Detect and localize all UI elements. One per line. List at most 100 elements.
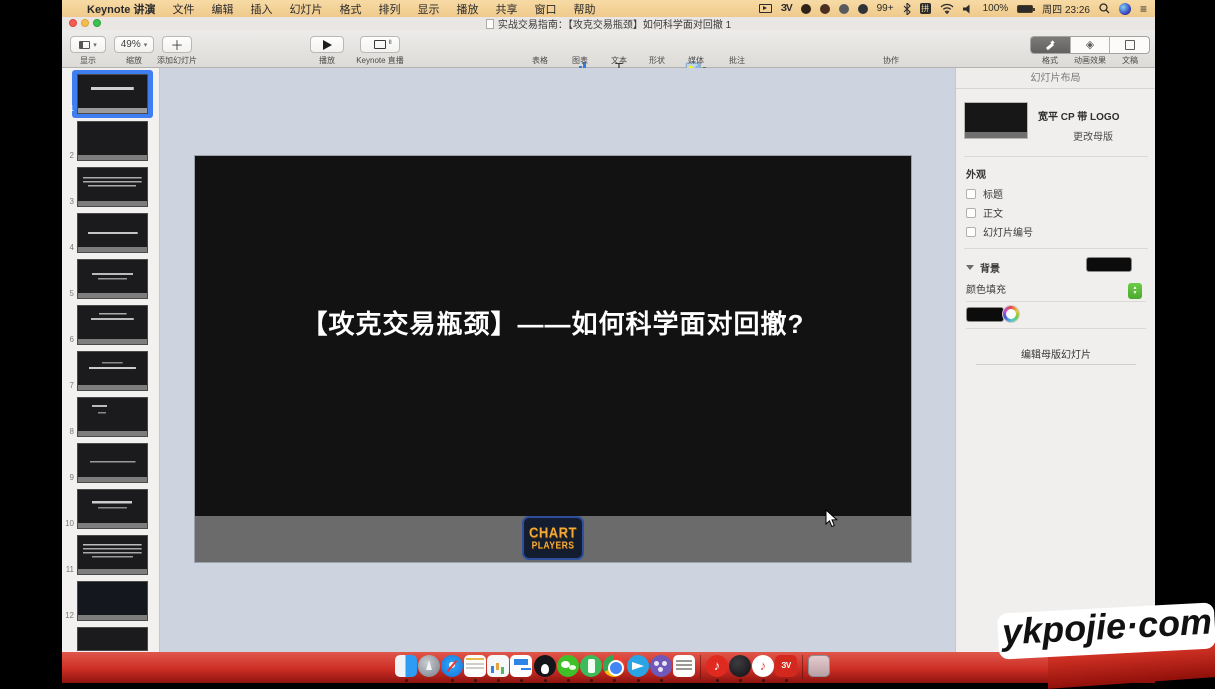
menu-bar-clock[interactable]: 周四 23:26 [1042,1,1090,16]
bluetooth-icon[interactable] [903,3,911,15]
wifi-icon[interactable] [940,3,954,14]
slide-thumbnail[interactable] [77,74,148,114]
close-window-button[interactable] [69,19,77,27]
spotlight-search-icon[interactable] [1099,3,1110,14]
3v-status-icon[interactable]: ЗV [781,3,792,14]
current-slide[interactable]: 【攻克交易瓶颈】——如何科学面对回撤? CHART PLAYERS [195,156,911,562]
slide-thumbnail[interactable] [77,627,148,651]
slide-thumbnail[interactable] [77,351,148,391]
fill-type-stepper[interactable]: ▲▼ [1128,283,1142,299]
stocks-icon[interactable] [487,655,509,677]
status-app3-icon[interactable] [839,4,849,14]
chart-label: 图表 [572,55,588,66]
running-indicator [451,679,454,682]
trash-icon[interactable] [808,655,830,677]
fill-color-swatch[interactable] [966,307,1004,322]
slide-thumbnail[interactable] [77,397,148,437]
menu-item-keynote[interactable]: Keynote 讲演 [87,1,155,17]
status-app-icon[interactable] [801,4,811,14]
slide-number: 12 [62,611,74,620]
play-button[interactable] [310,36,344,53]
notification-shield-icon[interactable] [858,4,868,14]
document-title-text: 实战交易指南：【攻克交易瓶颈】如何科学面对回撤 1 [498,16,731,31]
menu-item-edit[interactable]: 编辑 [211,1,233,17]
notification-center-icon[interactable]: ≡ [1140,2,1147,16]
menu-item-share[interactable]: 共享 [495,1,517,17]
chart-players-logo: CHART PLAYERS [522,516,584,560]
slide-canvas[interactable]: 【攻克交易瓶颈】——如何科学面对回撤? CHART PLAYERS [160,68,955,652]
title-checkbox[interactable] [966,189,976,199]
change-master-button[interactable]: 更改母版 [1038,128,1148,143]
menu-item-play[interactable]: 播放 [456,1,478,17]
title-checkbox-row[interactable]: 标题 [966,186,1003,201]
black-app-icon[interactable] [729,655,751,677]
running-indicator [497,679,500,682]
finder-icon[interactable] [395,655,417,677]
body-checkbox[interactable] [966,208,976,218]
input-method-badge[interactable]: 拼 [920,3,931,14]
document-tab[interactable] [1110,37,1149,53]
slide-thumbnail[interactable] [77,213,148,253]
zoom-dropdown[interactable]: 49%▾ [114,36,154,53]
slide-number-checkbox[interactable] [966,227,976,237]
keynote-live-button[interactable] [360,36,400,53]
screen-mirroring-icon[interactable] [759,4,772,13]
siri-icon[interactable] [1119,3,1131,15]
divider [976,364,1136,365]
slide-thumbnail[interactable] [77,443,148,483]
slide-thumbnail[interactable] [77,121,148,161]
background-color-swatch[interactable] [1086,257,1132,272]
volume-icon[interactable] [963,4,974,14]
video-player-icon[interactable] [650,655,672,677]
running-indicator [739,679,742,682]
play-icon [323,40,332,50]
slide-title-text[interactable]: 【攻克交易瓶颈】——如何科学面对回撤? [195,304,911,341]
telegram-icon[interactable] [627,655,649,677]
menu-item-format[interactable]: 格式 [339,1,361,17]
slide-thumbnail[interactable] [77,305,148,345]
launchpad-icon[interactable] [418,655,440,677]
master-slide-thumbnail[interactable] [964,102,1028,139]
menu-item-arrange[interactable]: 排列 [378,1,400,17]
netease-music-icon[interactable]: ♪ [706,655,728,677]
slide-thumbnail[interactable] [77,167,148,207]
3v-app-icon[interactable]: ЗV [775,655,797,677]
menu-item-window[interactable]: 窗口 [534,1,556,17]
apple-music-icon[interactable]: ♪ [752,655,774,677]
slide-number-checkbox-row[interactable]: 幻灯片编号 [966,224,1033,239]
menu-item-view[interactable]: 显示 [417,1,439,17]
edit-master-button[interactable]: 编辑母版幻灯片 [966,346,1146,361]
animate-tab[interactable]: ◈ [1071,37,1111,53]
view-button[interactable]: ▾ [70,36,106,53]
format-tab[interactable] [1031,37,1071,53]
add-slide-button[interactable]: ＋ [162,36,192,53]
zoom-window-button[interactable] [93,19,101,27]
slide-thumbnail[interactable] [77,489,148,529]
wechat-icon[interactable] [557,655,579,677]
minimize-window-button[interactable] [81,19,89,27]
menu-item-file[interactable]: 文件 [172,1,194,17]
evernote-icon[interactable] [580,655,602,677]
running-indicator [567,679,570,682]
keynote-icon[interactable] [510,655,532,677]
notification-badge[interactable]: 99+ [877,3,894,14]
color-wheel-icon[interactable] [1003,306,1019,322]
safari-icon[interactable] [441,655,463,677]
slide-thumbnail[interactable] [77,581,148,621]
textedit-icon[interactable] [673,655,695,677]
menu-item-insert[interactable]: 插入 [250,1,272,17]
notes-icon[interactable] [464,655,486,677]
chrome-icon[interactable] [603,655,625,677]
body-checkbox-row[interactable]: 正文 [966,205,1003,220]
menu-item-slide[interactable]: 幻灯片 [289,1,322,17]
slide-thumbnail[interactable] [77,259,148,299]
slide-thumbnail[interactable] [77,535,148,575]
battery-icon[interactable] [1017,5,1033,13]
text-label: 文本 [611,55,627,66]
qq-icon[interactable] [534,655,556,677]
disclosure-triangle-icon[interactable] [966,265,974,270]
status-app2-icon[interactable] [820,4,830,14]
menu-item-help[interactable]: 帮助 [573,1,595,17]
running-indicator [785,679,788,682]
slide-number: 9 [62,473,74,482]
